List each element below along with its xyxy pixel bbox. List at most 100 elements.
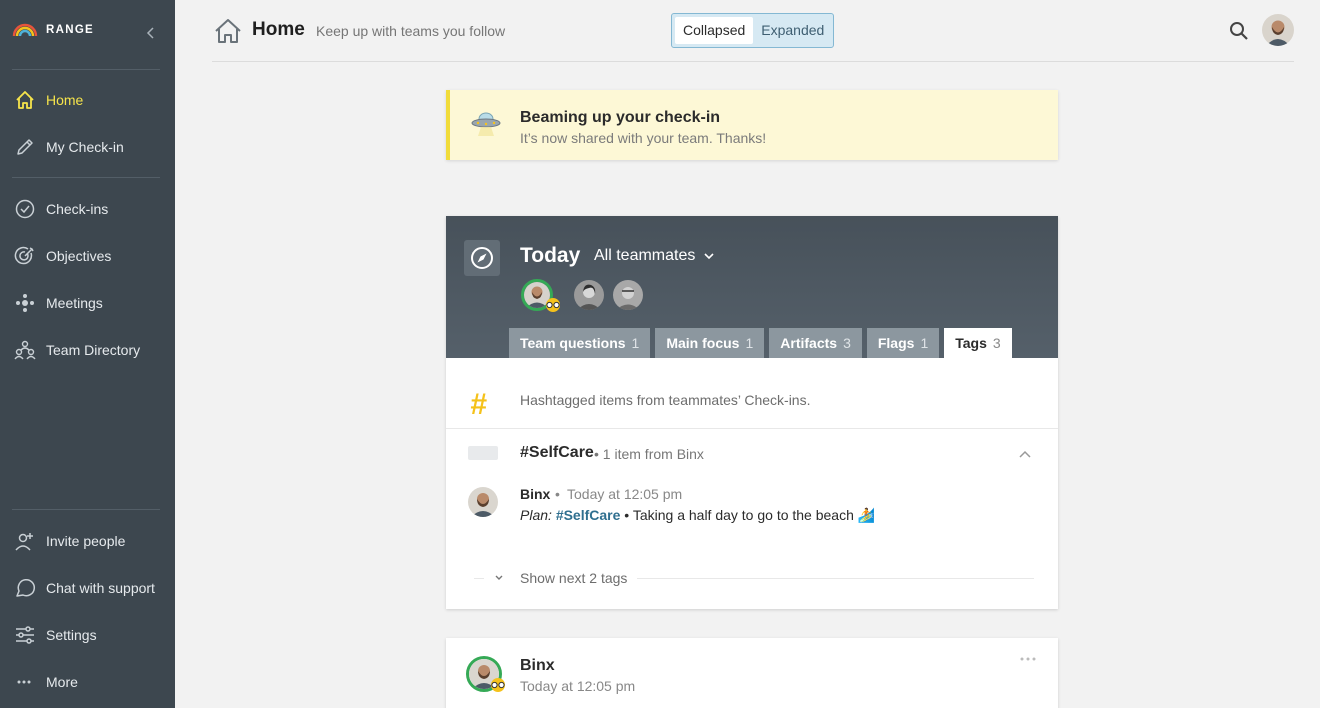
sidebar-item-label: My Check-in: [46, 139, 124, 155]
sidebar-item-team-directory[interactable]: Team Directory: [0, 332, 175, 368]
chevron-up-icon[interactable]: [1018, 447, 1032, 461]
team-filter-label: All teammates: [594, 247, 696, 264]
plan-label: Plan:: [520, 507, 552, 523]
tab-label: Tags: [955, 335, 987, 351]
hashtag-icon: #: [470, 388, 487, 421]
sidebar-item-label: More: [46, 674, 78, 690]
show-next-tags-button[interactable]: Show next 2 tags: [484, 566, 638, 590]
sliders-icon: [16, 626, 34, 644]
tag-name[interactable]: #SelfCare: [520, 444, 594, 462]
brand[interactable]: RANGE: [12, 22, 94, 38]
tab-count: 1: [745, 335, 754, 351]
entry-text: Plan: #SelfCare • Taking a half day to g…: [520, 507, 875, 524]
sidebar-item-settings[interactable]: Settings: [0, 617, 175, 653]
sidebar-item-home[interactable]: Home: [0, 82, 175, 118]
page-subtitle: Keep up with teams you follow: [316, 23, 506, 39]
show-next-tags: Show next 2 tags: [474, 566, 1034, 590]
sidebar-item-label: Team Directory: [46, 342, 141, 358]
sidebar-item-chat-support[interactable]: Chat with support: [0, 570, 175, 606]
entry-separator: •: [555, 486, 560, 502]
tab-flags[interactable]: Flags 1: [866, 328, 940, 358]
today-title: Today: [520, 244, 581, 267]
rainbow-logo-icon: [12, 23, 38, 37]
tags-description: Hashtagged items from teammates’ Check-i…: [520, 392, 811, 408]
sidebar-item-label: Check-ins: [46, 201, 109, 217]
avatar-image: [1262, 14, 1294, 46]
tab-tags[interactable]: Tags 3: [944, 328, 1012, 358]
avatar-image: [613, 280, 643, 310]
hashtag-link[interactable]: #SelfCare: [556, 507, 621, 523]
sidebar: RANGE Home My Check-in Check-ins Objecti…: [0, 0, 175, 708]
today-card-header: Today All teammates Team questions 1 Mai…: [446, 216, 1058, 358]
user-avatar[interactable]: [1262, 14, 1294, 46]
tab-label: Team questions: [520, 335, 626, 351]
sidebar-item-checkins[interactable]: Check-ins: [0, 191, 175, 227]
avatar-image: [574, 280, 604, 310]
view-toggle: Collapsed Expanded: [671, 13, 834, 48]
glasses-emoji-icon: [491, 678, 505, 692]
glasses-emoji-icon: [546, 298, 560, 312]
sidebar-divider: [12, 509, 160, 510]
compass-icon: [464, 240, 500, 276]
sidebar-item-my-checkin[interactable]: My Check-in: [0, 129, 175, 165]
home-icon: [215, 19, 241, 43]
ellipsis-icon: [17, 680, 31, 684]
checkin-time: Today at 12:05 pm: [520, 678, 636, 694]
banner-title: Beaming up your check-in: [520, 109, 721, 126]
meetings-icon: [16, 294, 34, 312]
today-card: Today All teammates Team questions 1 Mai…: [446, 216, 1058, 609]
teammate-avatar-3[interactable]: [613, 280, 643, 310]
expanded-view-button[interactable]: Expanded: [753, 17, 832, 44]
tab-team-questions[interactable]: Team questions 1: [509, 328, 651, 358]
sidebar-item-label: Objectives: [46, 248, 112, 264]
avatar-image: [468, 487, 498, 517]
chevron-down-icon: [495, 575, 503, 580]
sidebar-divider: [12, 69, 160, 70]
pencil-icon: [17, 139, 33, 155]
sidebar-item-label: Settings: [46, 627, 97, 643]
card-divider: [446, 428, 1058, 429]
tab-label: Main focus: [666, 335, 740, 351]
more-options-icon[interactable]: [1019, 654, 1037, 664]
entry-time: Today at 12:05 pm: [567, 486, 683, 502]
entry-avatar[interactable]: [468, 487, 498, 517]
checkin-card: Binx Today at 12:05 pm: [446, 638, 1058, 708]
tab-count: 3: [843, 335, 851, 351]
tab-count: 1: [920, 335, 929, 351]
chevron-down-icon: [704, 253, 714, 260]
sidebar-item-objectives[interactable]: Objectives: [0, 238, 175, 274]
checkin-shared-banner: Beaming up your check-in It’s now shared…: [446, 90, 1058, 160]
tag-meta: • 1 item from Binx: [594, 446, 704, 462]
sidebar-item-label: Chat with support: [46, 580, 155, 596]
page-title: Home: [252, 19, 305, 40]
team-filter-dropdown[interactable]: All teammates: [594, 247, 715, 265]
sidebar-item-label: Meetings: [46, 295, 103, 311]
tab-label: Flags: [877, 335, 915, 351]
banner-text: It’s now shared with your team. Thanks!: [520, 130, 767, 146]
sidebar-item-more[interactable]: More: [0, 664, 175, 700]
collapsed-view-button[interactable]: Collapsed: [675, 17, 754, 44]
check-circle-icon: [15, 199, 35, 219]
sidebar-item-label: Invite people: [46, 533, 126, 549]
add-user-icon: [15, 533, 33, 551]
brand-name: RANGE: [46, 24, 95, 36]
chat-icon: [16, 578, 36, 597]
show-next-label: Show next 2 tags: [520, 570, 628, 586]
sidebar-item-meetings[interactable]: Meetings: [0, 285, 175, 321]
sidebar-item-invite-people[interactable]: Invite people: [0, 523, 175, 559]
target-icon: [14, 246, 34, 265]
entry-body: • Taking a half day to go to the beach 🏄: [624, 507, 876, 523]
sidebar-divider: [12, 177, 160, 178]
search-icon[interactable]: [1229, 21, 1249, 41]
collapse-sidebar-icon[interactable]: [143, 25, 159, 41]
tab-main-focus[interactable]: Main focus 1: [655, 328, 765, 358]
checkin-author[interactable]: Binx: [520, 657, 555, 675]
teammate-avatar-2[interactable]: [574, 280, 604, 310]
tab-label: Artifacts: [780, 335, 838, 351]
tab-count: 3: [992, 335, 1001, 351]
tag-color-chip: [468, 446, 498, 460]
tab-artifacts[interactable]: Artifacts 3: [769, 328, 862, 358]
home-icon: [16, 91, 34, 109]
entry-author[interactable]: Binx: [520, 486, 550, 502]
sidebar-item-label: Home: [46, 92, 84, 108]
